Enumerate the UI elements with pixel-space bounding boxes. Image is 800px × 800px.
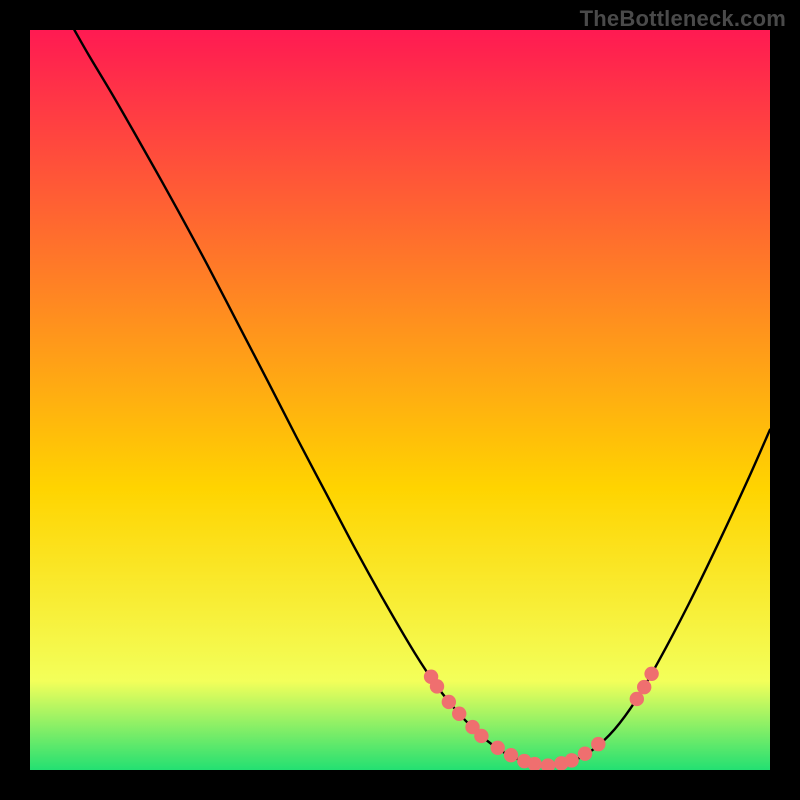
data-dot	[430, 679, 444, 693]
chart-plot	[30, 30, 770, 770]
watermark-text: TheBottleneck.com	[580, 6, 786, 32]
data-dot	[452, 707, 466, 721]
data-dot	[644, 667, 658, 681]
data-dot	[637, 680, 651, 694]
data-dot	[504, 748, 518, 762]
data-dot	[474, 729, 488, 743]
data-dot	[490, 741, 504, 755]
chart-frame: TheBottleneck.com	[0, 0, 800, 800]
data-dot	[578, 747, 592, 761]
data-dot	[591, 737, 605, 751]
data-dot	[442, 695, 456, 709]
data-dot	[564, 753, 578, 767]
chart-svg	[30, 30, 770, 770]
